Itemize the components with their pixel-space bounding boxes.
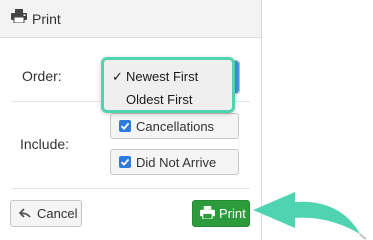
order-dropdown-menu: ✓ Newest First Oldest First bbox=[101, 57, 235, 113]
cancellations-toggle[interactable]: Cancellations bbox=[110, 113, 239, 139]
did-not-arrive-toggle[interactable]: Did Not Arrive bbox=[110, 149, 239, 175]
printer-icon bbox=[11, 9, 27, 28]
dialog-header: Print bbox=[0, 0, 261, 38]
cancellations-label: Cancellations bbox=[136, 118, 215, 134]
divider bbox=[12, 188, 250, 189]
pointer-arrow-icon bbox=[253, 192, 367, 240]
print-dialog: Print Order: Include: Cancellations Did … bbox=[0, 0, 262, 240]
checkbox-checked-icon[interactable] bbox=[119, 156, 131, 168]
dialog-title: Print bbox=[32, 10, 61, 27]
cancel-label: Cancel bbox=[37, 206, 78, 221]
print-label: Print bbox=[219, 206, 246, 221]
cancel-button[interactable]: Cancel bbox=[10, 200, 82, 227]
order-label: Order: bbox=[22, 68, 62, 84]
did-not-arrive-label: Did Not Arrive bbox=[136, 154, 217, 170]
checkbox-checked-icon[interactable] bbox=[119, 120, 131, 132]
option-oldest-first[interactable]: Oldest First bbox=[126, 92, 192, 107]
check-mark-icon: ✓ bbox=[112, 69, 123, 84]
print-button[interactable]: Print bbox=[192, 200, 250, 227]
option-newest-first[interactable]: Newest First bbox=[126, 69, 198, 84]
back-arrow-icon bbox=[18, 206, 31, 221]
include-label: Include: bbox=[20, 136, 70, 152]
printer-icon bbox=[200, 205, 215, 222]
